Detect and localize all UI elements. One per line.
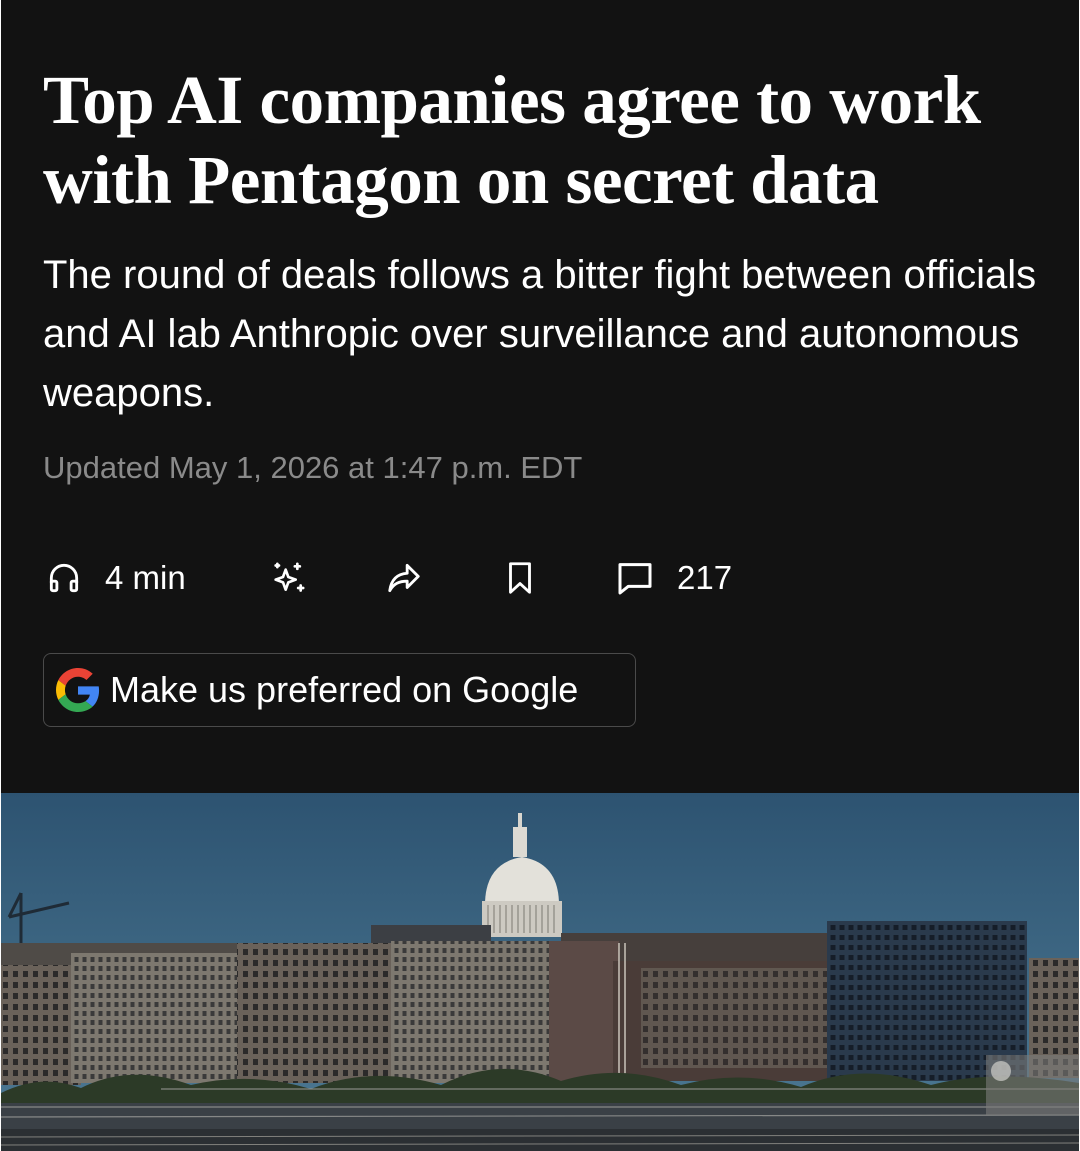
article-action-bar: 4 min 217 [1, 548, 1079, 608]
hero-photo [1, 793, 1079, 1151]
google-button-label: Make us preferred on Google [110, 669, 579, 710]
sparkle-icon [269, 558, 309, 598]
share-button[interactable] [385, 548, 423, 608]
comment-count: 217 [677, 559, 733, 596]
summarize-button[interactable] [269, 548, 309, 608]
article-header: Top AI companies agree to work with Pent… [1, 0, 1079, 1151]
headline: Top AI companies agree to work with Pent… [43, 62, 981, 218]
share-arrow-icon [385, 559, 423, 597]
updated-timestamp: Updated May 1, 2026 at 1:47 p.m. EDT [43, 450, 583, 485]
subheadline: The round of deals follows a bitter figh… [43, 253, 1037, 415]
comment-icon [615, 558, 655, 598]
bookmark-icon [501, 559, 539, 597]
headphones-icon [45, 559, 83, 597]
listen-duration: 4 min [105, 559, 186, 596]
save-button[interactable] [501, 548, 539, 608]
listen-button[interactable]: 4 min [45, 548, 186, 608]
google-g-icon [56, 668, 100, 712]
preferred-source-google-button[interactable]: Make us preferred on Google [43, 653, 636, 727]
comments-button[interactable]: 217 [615, 548, 732, 608]
